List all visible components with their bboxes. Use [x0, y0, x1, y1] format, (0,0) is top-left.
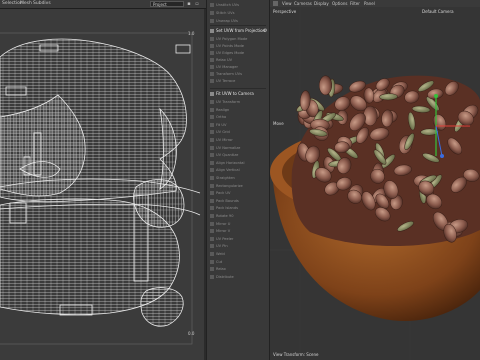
viewport-scene — [270, 0, 480, 360]
uv-mesh — [0, 32, 201, 345]
view-transform-status: View Transform: Scene — [273, 352, 319, 357]
projection-icon — [210, 29, 214, 33]
tool-row[interactable]: UV Quantize — [210, 152, 266, 158]
uv-island-bottom — [140, 287, 184, 327]
tool-row[interactable]: Mirror U — [210, 221, 266, 227]
menu-subdivs[interactable]: Subdivs — [33, 0, 51, 8]
gizmo-y-handle — [434, 94, 438, 98]
tool-row[interactable]: Unstitch UVs — [210, 2, 266, 8]
tool-row[interactable]: Pack Bounds — [210, 198, 266, 204]
tool-icon — [210, 11, 214, 15]
tool-row[interactable]: Align Vertical — [210, 167, 266, 173]
tool-icon — [210, 145, 214, 150]
tool-row[interactable]: Weld — [210, 251, 266, 257]
tool-row[interactable]: UV Pin — [210, 243, 266, 249]
project-dropdown[interactable]: Project — [150, 1, 184, 7]
fit-uvw-to-camera[interactable]: Fit UVW to Camera — [210, 91, 266, 97]
tool-row[interactable]: Fit UV — [210, 122, 266, 128]
tool-icon — [210, 115, 214, 120]
tool-row[interactable]: Distribute — [210, 274, 266, 280]
nut — [318, 75, 333, 96]
tool-row[interactable]: UV Normalize — [210, 145, 266, 151]
tool-icon — [210, 168, 214, 173]
tool-row[interactable]: Rotate 90 — [210, 213, 266, 219]
tool-row[interactable]: UV Points Mode — [210, 43, 266, 49]
tool-row[interactable]: Relax UV — [210, 57, 266, 63]
tool-row[interactable]: Mirror V — [210, 228, 266, 234]
tool-icon — [210, 79, 214, 83]
gear-icon[interactable]: ⚙ — [263, 28, 267, 34]
tool-icon — [210, 221, 214, 226]
tool-icon — [210, 259, 214, 264]
tool-icon — [210, 267, 214, 272]
tool-row[interactable]: UV Grid — [210, 129, 266, 135]
tool-icon — [210, 138, 214, 142]
tool-icon — [210, 160, 214, 165]
tool-icon — [210, 122, 214, 127]
tool-icon — [210, 130, 214, 135]
tool-row[interactable]: Straighten — [210, 175, 266, 181]
divider — [210, 25, 266, 26]
tool-row[interactable]: UV Transform — [210, 99, 266, 105]
tool-icon — [210, 65, 214, 69]
tool-icon — [210, 107, 214, 112]
nut — [363, 105, 378, 126]
tool-row[interactable]: UV Polygon Mode — [210, 36, 266, 42]
tool-row[interactable]: Realign — [210, 107, 266, 113]
tool-icon — [210, 3, 214, 7]
tool-icon — [210, 198, 214, 203]
lock-icon[interactable]: ▪ — [186, 1, 192, 7]
tool-row[interactable]: Pack Islands — [210, 205, 266, 211]
tool-row[interactable]: Stitch UVs — [210, 10, 266, 16]
tool-row[interactable]: Unwrap UVs — [210, 18, 266, 24]
tool-row[interactable]: Relax — [210, 266, 266, 272]
grid-icon[interactable]: ▫ — [194, 1, 200, 7]
tool-icon — [210, 244, 214, 249]
tool-row[interactable]: UV Edges Mode — [210, 50, 266, 56]
tool-icon — [210, 100, 214, 104]
uv-corner-label-bottom: 0.0 — [188, 331, 195, 336]
tool-icon — [210, 153, 214, 158]
tool-icon — [210, 274, 214, 279]
tool-row[interactable]: Rectangularize — [210, 183, 266, 189]
tool-icon — [210, 214, 214, 218]
tool-icon — [210, 252, 214, 256]
set-uvw-from-projection[interactable]: Set UVW from Projection — [210, 28, 266, 34]
tool-icon — [210, 191, 214, 196]
tool-icon — [210, 229, 214, 234]
project-dropdown-value: Project — [153, 2, 167, 7]
tool-row[interactable]: Cut — [210, 259, 266, 265]
tool-row[interactable]: UV Manager — [210, 64, 266, 70]
menu-mesh[interactable]: Mesh — [20, 0, 32, 8]
divider — [210, 88, 266, 89]
tool-row[interactable]: Ortho — [210, 114, 266, 120]
tool-icon — [210, 206, 214, 211]
tool-row[interactable]: Align Horizontal — [210, 160, 266, 166]
tool-row[interactable]: Transform UVs — [210, 71, 266, 77]
tool-icon — [210, 19, 214, 23]
uv-editor[interactable]: 1.0 0.0 — [0, 9, 204, 360]
uv-tools-panel: Unstitch UVs Stitch UVs Unwrap UVs Set U… — [206, 0, 270, 360]
tool-icon — [210, 44, 214, 48]
tool-row[interactable]: UV Mirror — [210, 137, 266, 143]
tool-icon — [210, 183, 214, 188]
viewport[interactable]: View Cameras Display Options Filter Pane… — [270, 0, 480, 360]
tool-row[interactable]: Pack UV — [210, 190, 266, 196]
tool-icon — [210, 72, 214, 76]
uv-corner-label-top: 1.0 — [188, 31, 195, 36]
camera-icon — [210, 92, 214, 96]
tool-icon — [210, 51, 214, 55]
tool-icon — [210, 58, 214, 62]
tool-icon — [210, 37, 214, 41]
tool-icon — [210, 176, 214, 180]
tool-row[interactable]: UV Peeler — [210, 236, 266, 242]
tool-row[interactable]: UV Terrace — [210, 78, 266, 84]
tool-icon — [210, 236, 214, 241]
